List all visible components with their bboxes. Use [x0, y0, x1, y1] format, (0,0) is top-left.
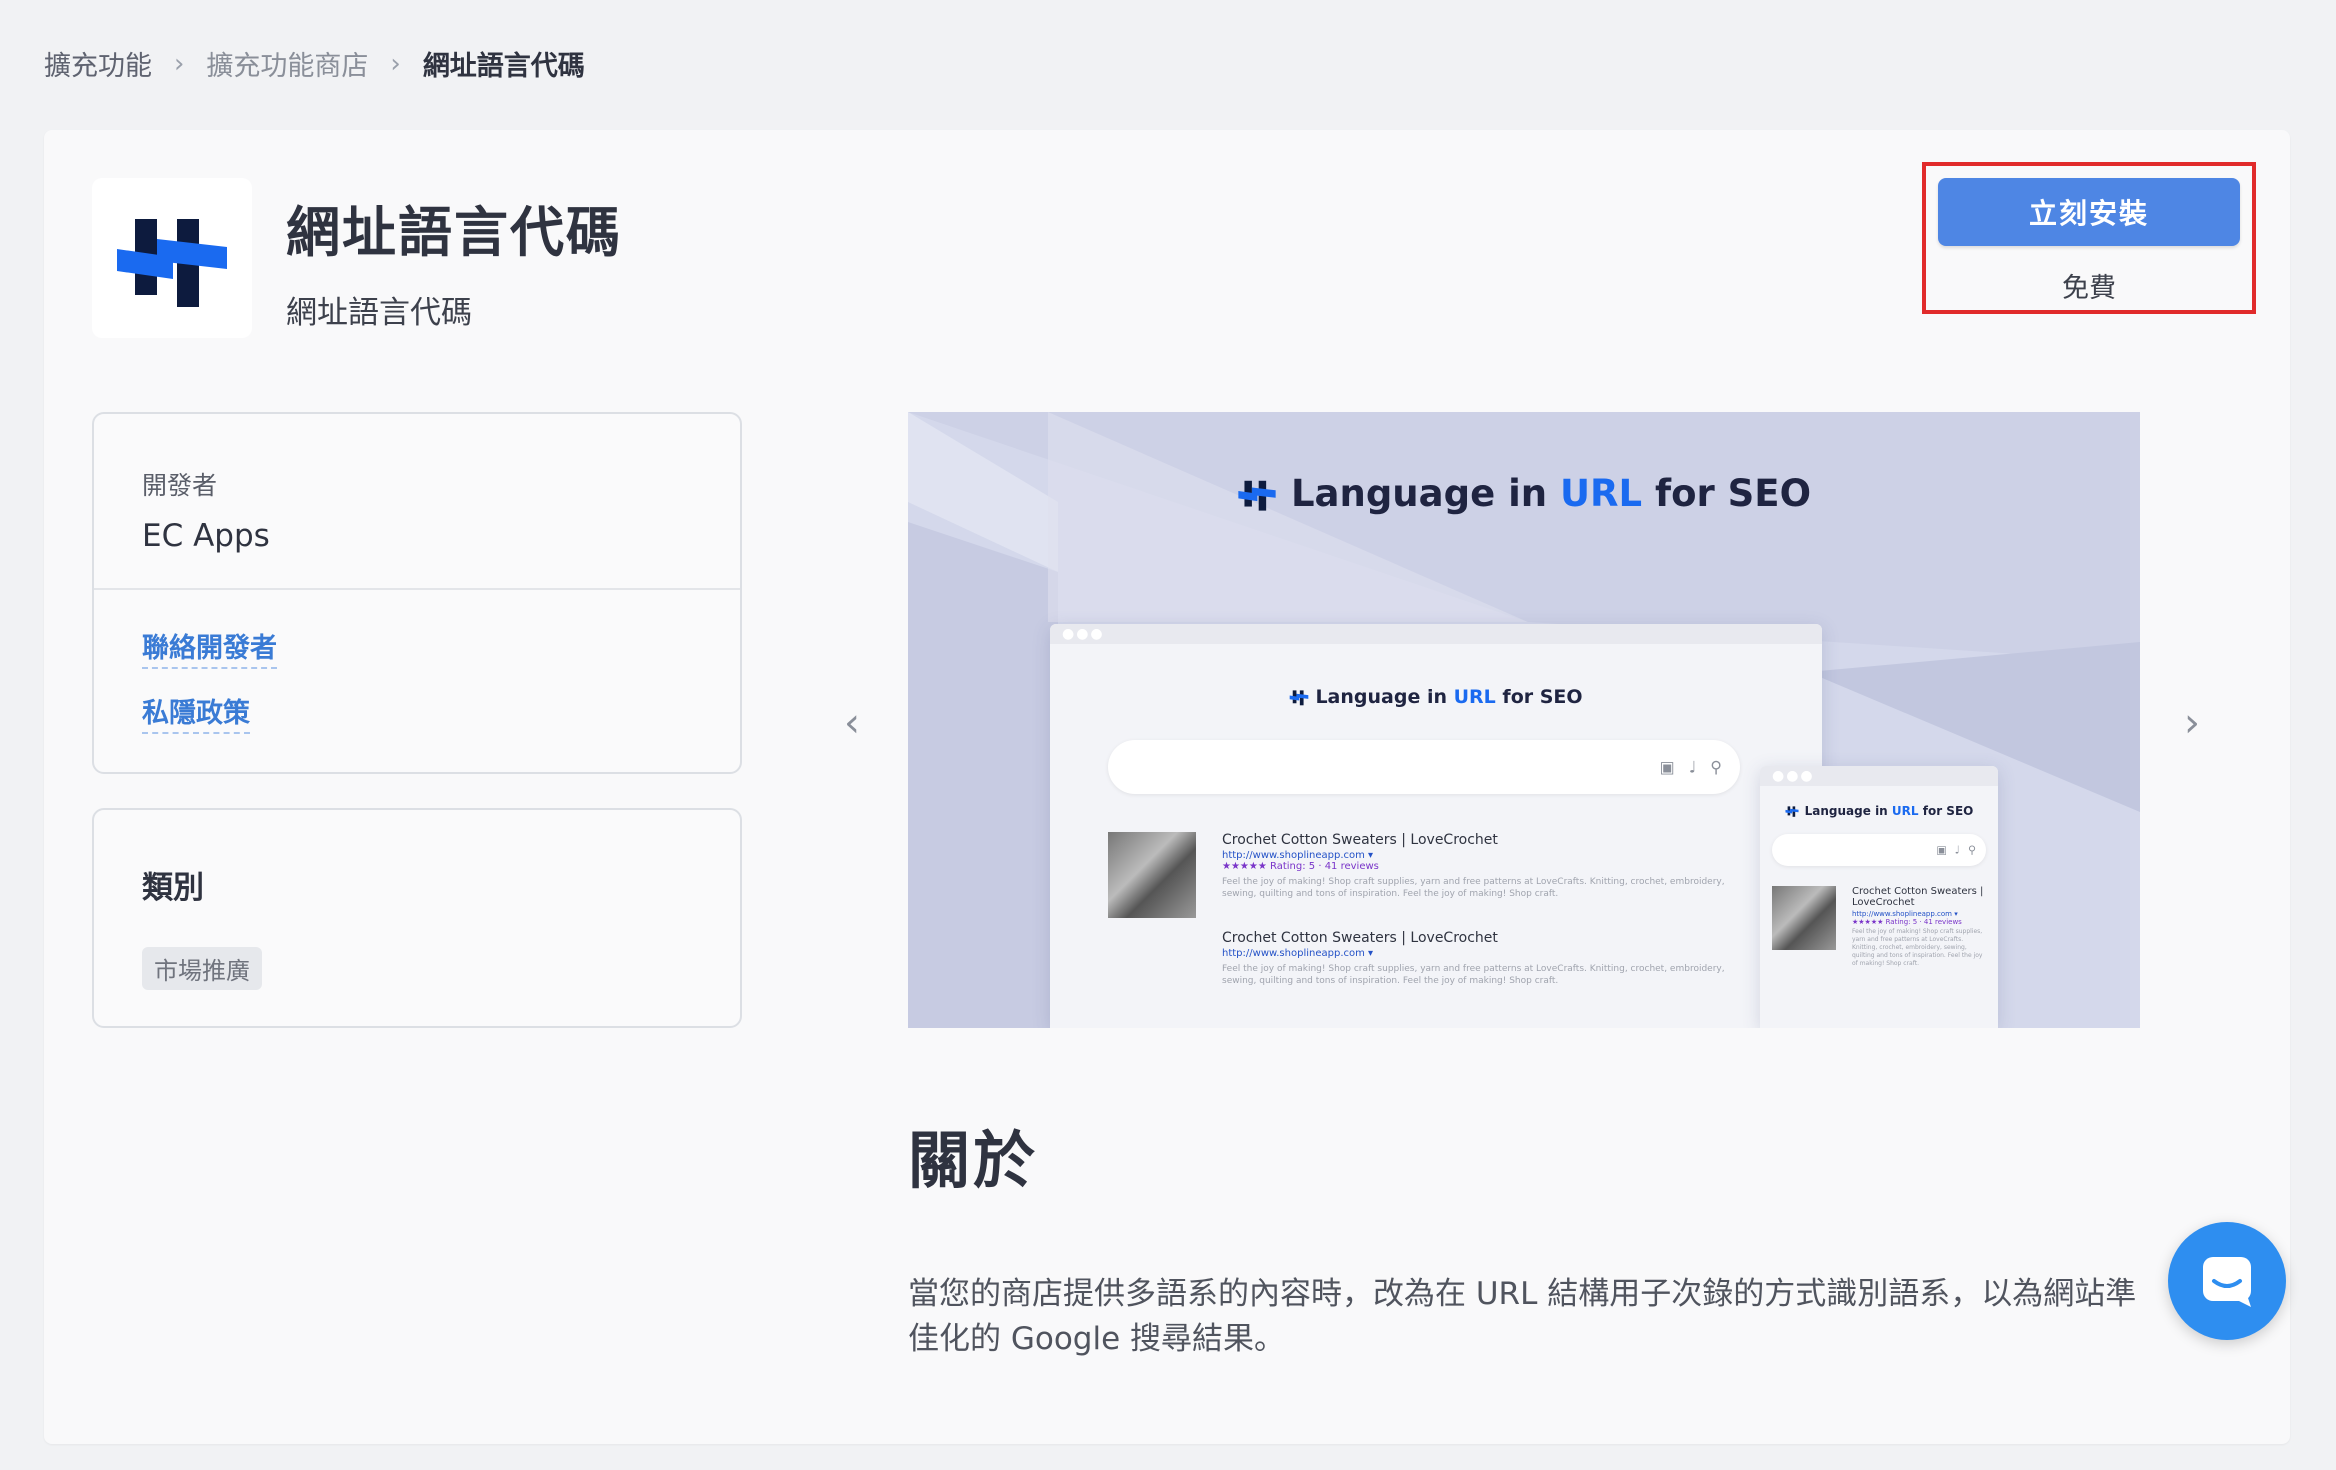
mic-icon: ♩	[1688, 757, 1697, 777]
category-tag[interactable]: 市場推廣	[142, 947, 262, 990]
mockup-title: Language in URL for SEO	[1050, 686, 1822, 708]
mobile-result: Crochet Cotton Sweaters | LoveCrochet ht…	[1772, 886, 1998, 968]
screenshot-banner: Language in URL for SEO ●●● Language in …	[908, 412, 2140, 1028]
about-description: 當您的商店提供多語系的內容時，改為在 URL 結構用子次錄的方式識別語系，以為網…	[908, 1276, 2137, 1357]
developer-name: EC Apps	[142, 518, 270, 554]
desktop-browser-mockup: ●●● Language in URL for SEO ▣ ♩ ⚲ Crochet …	[1050, 624, 1822, 1028]
install-button[interactable]: 立刻安裝	[1938, 178, 2240, 246]
result-thumbnail	[1772, 886, 1836, 950]
contact-developer-link[interactable]: 聯絡開發者	[142, 626, 277, 669]
mobile-mockup-title: Language in URL for SEO	[1760, 804, 1998, 818]
mic-icon: ♩	[1954, 843, 1960, 857]
chevron-right-icon: ›	[174, 48, 185, 79]
developer-panel: 開發者 EC Apps 聯絡開發者 私隱政策	[92, 412, 742, 774]
mobile-search-bar: ▣ ♩ ⚲	[1772, 834, 1986, 866]
developer-label: 開發者	[142, 471, 218, 500]
camera-icon: ▣	[1936, 843, 1947, 857]
banner-title-accent: URL	[1560, 472, 1643, 515]
chevron-right-icon: ›	[390, 48, 401, 79]
app-detail-card: 網址語言代碼 網址語言代碼 立刻安裝 免費 開發者 EC Apps 聯絡開發者 …	[44, 130, 2290, 1444]
app-logo-icon	[1290, 690, 1309, 706]
banner-title: Language in URL for SEO	[908, 472, 2140, 515]
app-title: 網址語言代碼	[286, 201, 622, 264]
app-header: 網址語言代碼 網址語言代碼	[92, 178, 622, 338]
mockup-result-1: Crochet Cotton Sweaters | LoveCrochet ht…	[1108, 832, 1822, 918]
price-label: 免費	[2062, 273, 2116, 304]
chat-launcher-button[interactable]	[2168, 1222, 2286, 1340]
category-title: 類別	[142, 870, 204, 906]
breadcrumb-extension-store[interactable]: 擴充功能商店	[206, 44, 368, 83]
about-title: 關於	[908, 1124, 1039, 1197]
mockup-search-bar: ▣ ♩ ⚲	[1108, 740, 1740, 794]
app-logo	[92, 178, 252, 338]
chat-icon	[2203, 1257, 2251, 1307]
breadcrumb-current: 網址語言代碼	[422, 51, 585, 82]
app-logo-icon	[117, 219, 227, 307]
result-thumbnail	[1108, 832, 1196, 918]
breadcrumb-extensions[interactable]: 擴充功能	[44, 44, 152, 83]
mockup-result-2: Crochet Cotton Sweaters | LoveCrochet ht…	[1222, 930, 1725, 987]
carousel-next-icon[interactable]: ›	[2184, 700, 2200, 746]
search-icon: ⚲	[1710, 757, 1722, 777]
app-subtitle: 網址語言代碼	[286, 295, 472, 331]
banner-title-suffix: for SEO	[1655, 472, 1812, 515]
breadcrumb: 擴充功能 › 擴充功能商店 › 網址語言代碼	[44, 44, 585, 83]
carousel-prev-icon[interactable]: ‹	[844, 700, 860, 746]
category-panel: 類別 市場推廣	[92, 808, 742, 1028]
mobile-browser-mockup: ●●● Language in URL for SEO ▣ ♩ ⚲ Crochet …	[1760, 766, 1998, 1028]
camera-icon: ▣	[1659, 757, 1675, 777]
app-logo-icon	[1785, 806, 1799, 817]
privacy-policy-link[interactable]: 私隱政策	[142, 691, 250, 734]
banner-title-prefix: Language in	[1290, 472, 1548, 515]
app-logo-icon	[1238, 480, 1276, 511]
install-highlight-box: 立刻安裝 免費	[1922, 162, 2256, 314]
search-icon: ⚲	[1967, 843, 1976, 857]
